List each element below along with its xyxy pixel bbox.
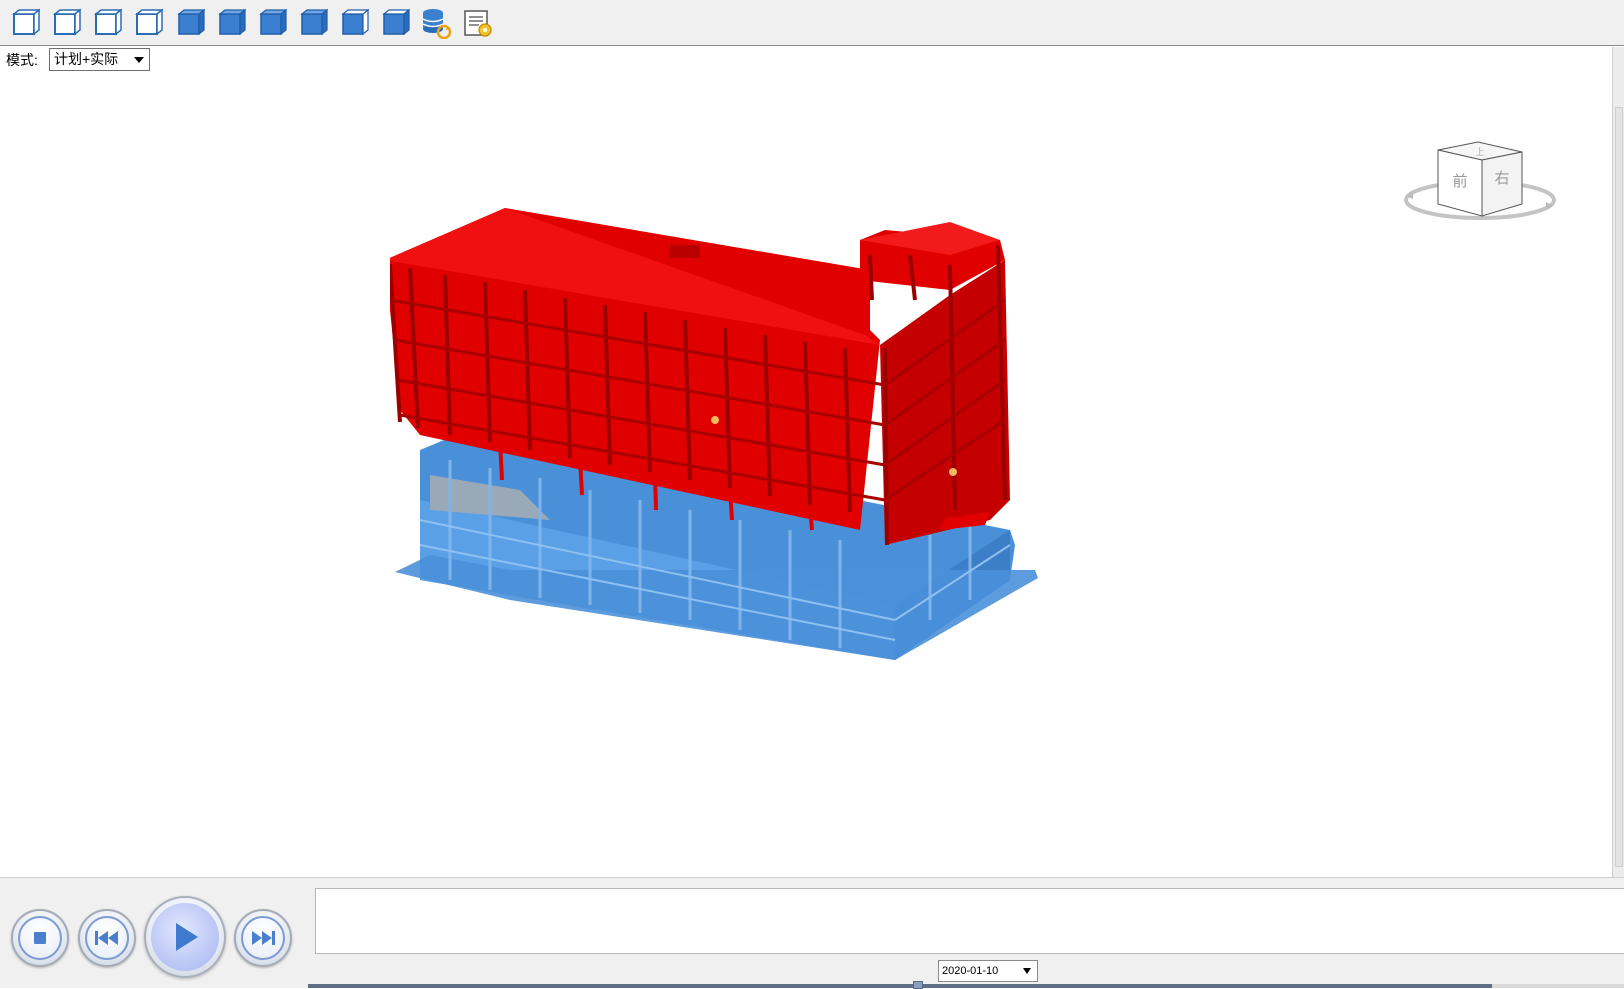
mode-select-value: 计划+实际 — [54, 51, 119, 67]
rewind-button[interactable] — [78, 909, 136, 967]
play-icon — [176, 923, 198, 951]
mode-label: 模式: — [6, 52, 38, 68]
view-cube[interactable]: 前 右 上 — [1400, 128, 1560, 238]
view-right-outline-icon — [134, 8, 163, 36]
chevron-down-icon — [134, 57, 144, 63]
viewport-scrollbar[interactable] — [1612, 47, 1624, 877]
fast-forward-icon — [252, 931, 275, 945]
view-iso-6-button[interactable] — [379, 7, 411, 39]
view-iso-5-icon — [341, 8, 369, 36]
stop-icon — [34, 932, 46, 944]
report-settings-icon — [464, 10, 492, 37]
stop-button[interactable] — [11, 909, 69, 967]
chevron-down-icon — [1023, 968, 1031, 974]
report-settings-button[interactable] — [461, 7, 493, 39]
building-model[interactable] — [390, 200, 1080, 690]
rewind-icon — [95, 931, 118, 945]
view-iso-6-icon — [382, 8, 410, 36]
date-select[interactable]: 2020-01-10 — [938, 960, 1038, 982]
mode-select[interactable]: 计划+实际 — [49, 48, 150, 71]
view-cube-top-label: 上 — [1475, 147, 1484, 158]
progress-fill — [308, 984, 1493, 988]
progress-handle[interactable] — [913, 981, 924, 989]
view-iso-1-icon — [177, 8, 205, 36]
view-left-outline-button[interactable] — [91, 7, 123, 39]
view-left-outline-icon — [93, 8, 122, 36]
scrollbar-thumb[interactable] — [1615, 107, 1623, 867]
view-iso-2-button[interactable] — [215, 7, 247, 39]
playback-panel: 2020-01-10 — [0, 877, 1624, 989]
date-select-value: 2020-01-10 — [942, 965, 999, 977]
play-button[interactable] — [144, 896, 226, 978]
view-iso-1-button[interactable] — [174, 7, 206, 39]
view-front-outline-button[interactable] — [50, 7, 82, 39]
view-top-outline-button[interactable] — [9, 7, 41, 39]
database-refresh-button[interactable] — [420, 7, 452, 39]
toolbar — [0, 0, 1624, 46]
view-iso-3-button[interactable] — [256, 7, 288, 39]
view-iso-4-icon — [300, 8, 328, 36]
database-refresh-icon — [422, 9, 452, 39]
view-iso-2-icon — [218, 8, 246, 36]
view-iso-4-button[interactable] — [297, 7, 329, 39]
timeline-area[interactable] — [315, 888, 1624, 954]
view-iso-3-icon — [259, 8, 287, 36]
fast-forward-button[interactable] — [234, 909, 292, 967]
view-cube-right-label: 右 — [1494, 169, 1509, 187]
view-top-outline-icon — [11, 8, 40, 36]
view-iso-5-button[interactable] — [338, 7, 370, 39]
view-front-outline-icon — [52, 8, 81, 36]
view-cube-front-label: 前 — [1452, 172, 1467, 190]
progress-track[interactable] — [308, 981, 1624, 989]
view-right-outline-button[interactable] — [132, 7, 164, 39]
